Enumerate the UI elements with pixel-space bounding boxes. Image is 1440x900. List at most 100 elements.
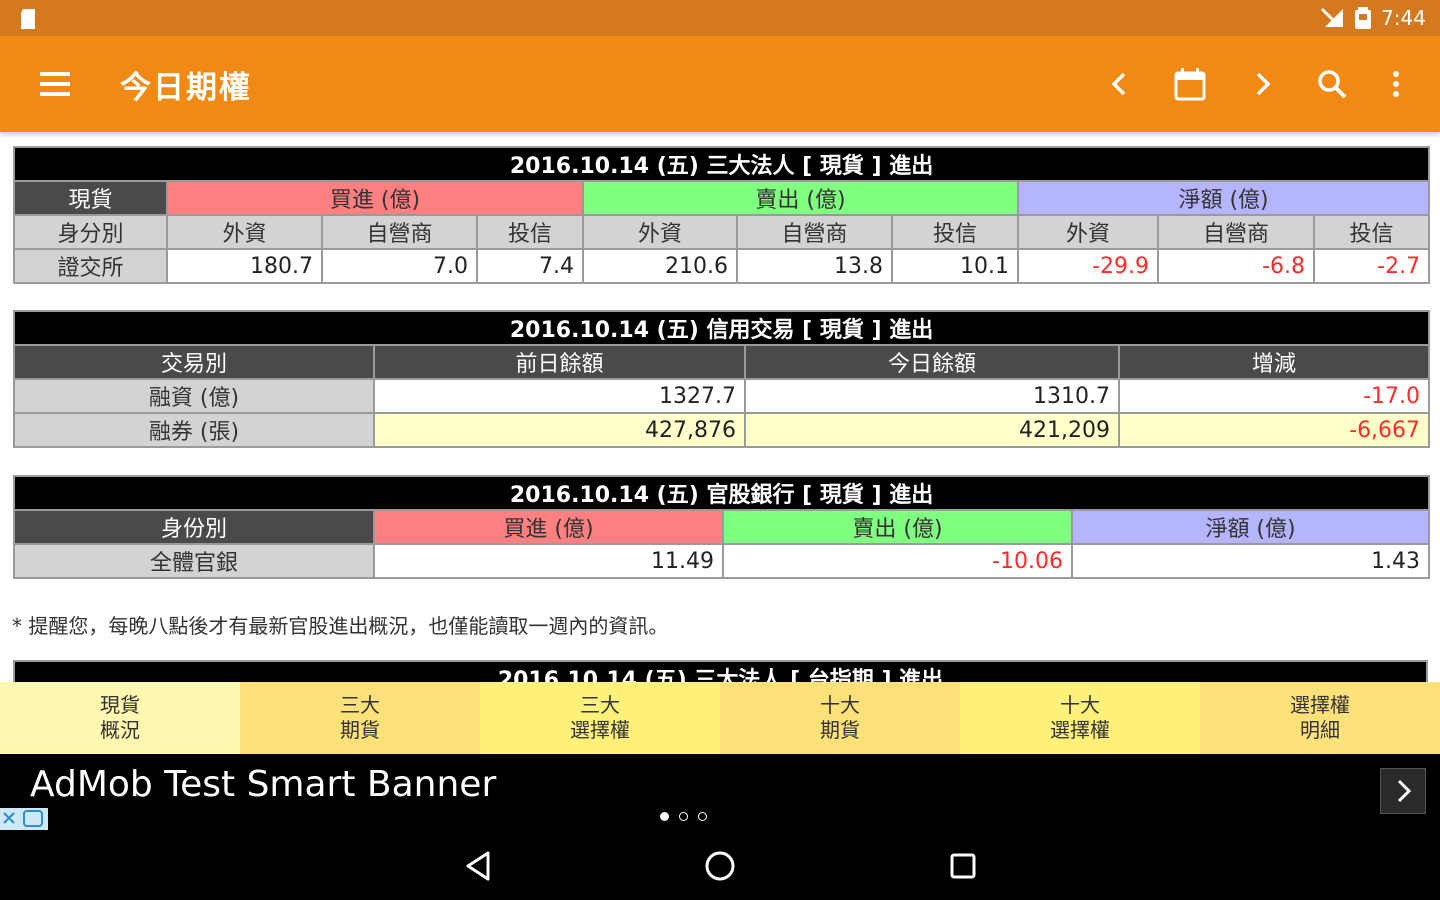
tab-label: 期貨 — [820, 718, 860, 742]
ad-banner[interactable]: AdMob Test Smart Banner — [0, 754, 1440, 830]
cell-value: 1.43 — [1070, 543, 1431, 579]
cell-value: 7.4 — [476, 248, 584, 284]
cell-value: -6.8 — [1157, 248, 1315, 284]
subheader-dealer: 自營商 — [1157, 214, 1315, 250]
header-prev-balance: 前日餘額 — [373, 344, 746, 380]
cell-value: -6,667 — [1117, 412, 1431, 448]
subheader-trust: 投信 — [891, 214, 1019, 250]
row-label: 全體官銀 — [13, 543, 375, 579]
cell-value: 11.49 — [373, 543, 724, 579]
header-net: 淨額 (億) — [1016, 180, 1431, 216]
clock: 7:44 — [1381, 6, 1426, 30]
cell-value: 1327.7 — [373, 378, 746, 414]
cell-value: 10.1 — [891, 248, 1019, 284]
header-sell: 賣出 (億) — [722, 509, 1073, 545]
tab-options-detail[interactable]: 選擇權 明細 — [1200, 682, 1440, 754]
row-label: 融券 (張) — [13, 412, 375, 448]
cell-value: -10.06 — [722, 543, 1073, 579]
cell-value: -17.0 — [1117, 378, 1431, 414]
reminder-note: * 提醒您，每晚八點後才有最新官股進出概況，也僅能讀取一週內的資訊。 — [12, 614, 669, 638]
header-net: 淨額 (億) — [1070, 509, 1431, 545]
page-dot — [698, 812, 707, 821]
tab-label: 期貨 — [340, 718, 380, 742]
tab-label: 三大 — [580, 693, 620, 717]
sd-card-icon — [18, 8, 38, 29]
status-bar: 7:44 — [0, 0, 1440, 36]
tab-label: 概況 — [100, 718, 140, 742]
subheader-trust: 投信 — [1312, 214, 1431, 250]
cell-value: -29.9 — [1017, 248, 1159, 284]
tab-label: 現貨 — [100, 693, 140, 717]
calendar-icon[interactable] — [1170, 64, 1210, 104]
table-title: 2016.10.14 (五) 信用交易 [ 現貨 ] 進出 — [12, 310, 1431, 346]
menu-icon[interactable] — [36, 66, 76, 102]
tab-label: 十大 — [1060, 693, 1100, 717]
subheader-foreign: 外資 — [582, 214, 738, 250]
page-dot — [679, 812, 688, 821]
cell-value: 180.7 — [166, 248, 323, 284]
nav-home-icon[interactable] — [700, 846, 740, 886]
tab-top10-futures[interactable]: 十大 期貨 — [720, 682, 960, 754]
header-spot: 現貨 — [13, 180, 168, 216]
tab-label: 選擇權 — [570, 718, 630, 742]
subheader-foreign: 外資 — [1017, 214, 1159, 250]
content-area[interactable]: 2016.10.14 (五) 三大法人 [ 現貨 ] 進出 現貨 買進 (億) … — [0, 132, 1440, 682]
cell-value: 7.0 — [321, 248, 478, 284]
header-buy: 買進 (億) — [166, 180, 584, 216]
cell-value: 13.8 — [736, 248, 893, 284]
chevron-right-icon[interactable] — [1242, 64, 1282, 104]
page-title: 今日期權 — [120, 70, 252, 106]
app-bar: 今日期權 — [0, 36, 1440, 132]
tab-label: 三大 — [340, 693, 380, 717]
tab-label: 十大 — [820, 693, 860, 717]
table-row: 融資 (億) 1327.7 1310.7 -17.0 — [13, 378, 1431, 414]
nav-back-icon[interactable] — [458, 846, 498, 886]
page-dot — [660, 812, 669, 821]
system-nav-bar — [0, 830, 1440, 900]
header-buy: 買進 (億) — [373, 509, 724, 545]
more-vert-icon[interactable] — [1376, 64, 1416, 104]
table-title: 2016.10.14 (五) 官股銀行 [ 現貨 ] 進出 — [12, 475, 1431, 511]
table-row: 證交所 180.7 7.0 7.4 210.6 13.8 10.1 -29.9 … — [13, 248, 1431, 284]
cell-value: 427,876 — [373, 412, 746, 448]
nav-recents-icon[interactable] — [943, 846, 983, 886]
table-title: 2016.10.14 (五) 三大法人 [ 現貨 ] 進出 — [12, 146, 1431, 182]
tab-label: 選擇權 — [1050, 718, 1110, 742]
institutional-futures-table: 2016.10.14 (五) 三大法人 [ 台指期 ] 進出 — [13, 660, 1428, 682]
margin-trading-table: 2016.10.14 (五) 信用交易 [ 現貨 ] 進出 交易別 前日餘額 今… — [12, 310, 1431, 448]
header-trade-type: 交易別 — [13, 344, 375, 380]
header-sell: 賣出 (億) — [582, 180, 1019, 216]
cell-value: 1310.7 — [744, 378, 1120, 414]
subheader-dealer: 自營商 — [321, 214, 478, 250]
header-identity: 身分別 — [13, 214, 168, 250]
cell-value: 421,209 — [744, 412, 1120, 448]
ad-choices-icon[interactable] — [0, 808, 48, 830]
battery-icon — [1355, 7, 1372, 29]
search-icon[interactable] — [1312, 64, 1352, 104]
gov-banks-table: 2016.10.14 (五) 官股銀行 [ 現貨 ] 進出 身份別 買進 (億)… — [12, 475, 1431, 579]
ad-next-button[interactable] — [1380, 768, 1426, 814]
tab-label: 明細 — [1300, 718, 1340, 742]
cell-value: 210.6 — [582, 248, 738, 284]
table-row: 融券 (張) 427,876 421,209 -6,667 — [13, 412, 1431, 448]
subheader-dealer: 自營商 — [736, 214, 893, 250]
tab-label: 選擇權 — [1290, 693, 1350, 717]
signal-icon — [1319, 7, 1345, 29]
row-label: 融資 (億) — [13, 378, 375, 414]
table-title: 2016.10.14 (五) 三大法人 [ 台指期 ] 進出 — [13, 660, 1428, 682]
cell-value: -2.7 — [1312, 248, 1431, 284]
bottom-tab-bar: 現貨 概況 三大 期貨 三大 選擇權 十大 期貨 十大 選擇權 選擇權 明細 — [0, 682, 1440, 754]
header-change: 增減 — [1117, 344, 1431, 380]
header-today-balance: 今日餘額 — [744, 344, 1120, 380]
tab-big3-futures[interactable]: 三大 期貨 — [240, 682, 480, 754]
header-identity: 身份別 — [13, 509, 375, 545]
subheader-trust: 投信 — [476, 214, 584, 250]
tab-big3-options[interactable]: 三大 選擇權 — [480, 682, 720, 754]
table-row: 全體官銀 11.49 -10.06 1.43 — [13, 543, 1431, 579]
subheader-foreign: 外資 — [166, 214, 323, 250]
tab-top10-options[interactable]: 十大 選擇權 — [960, 682, 1200, 754]
tab-spot-overview[interactable]: 現貨 概況 — [0, 682, 240, 754]
chevron-left-icon[interactable] — [1100, 64, 1140, 104]
row-label: 證交所 — [13, 248, 168, 284]
page-indicator — [660, 812, 707, 821]
